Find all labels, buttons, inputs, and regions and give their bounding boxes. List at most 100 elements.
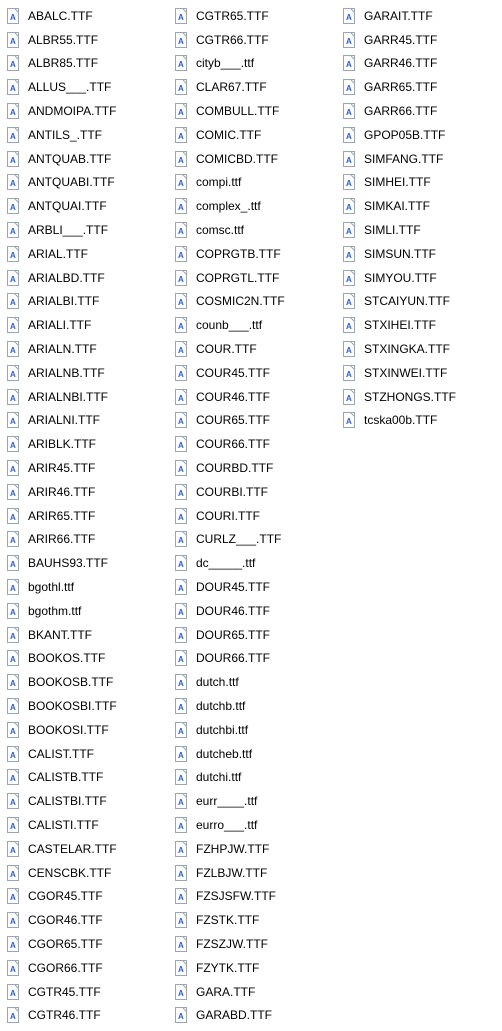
file-item[interactable]: ACGOR46.TTF [2, 908, 170, 932]
file-item[interactable]: Adutchbi.ttf [170, 718, 338, 742]
file-item[interactable]: ADOUR65.TTF [170, 623, 338, 647]
file-item[interactable]: Atcska00b.TTF [338, 409, 498, 433]
file-item[interactable]: ACOUR65.TTF [170, 409, 338, 433]
file-item[interactable]: Adutch.ttf [170, 670, 338, 694]
file-item[interactable]: ABOOKOSB.TTF [2, 670, 170, 694]
file-item[interactable]: ABKANT.TTF [2, 623, 170, 647]
file-item[interactable]: ACGTR66.TTF [170, 28, 338, 52]
file-item[interactable]: AGARR65.TTF [338, 75, 498, 99]
file-item[interactable]: AALBR85.TTF [2, 52, 170, 76]
file-item[interactable]: ASIMHEI.TTF [338, 171, 498, 195]
file-item[interactable]: ADOUR46.TTF [170, 599, 338, 623]
file-item[interactable]: Acomplex_.ttf [170, 194, 338, 218]
file-item[interactable]: AANTILS_.TTF [2, 123, 170, 147]
file-item[interactable]: ACGTR45.TTF [2, 980, 170, 1004]
file-item[interactable]: Aeurr____.ttf [170, 789, 338, 813]
file-item[interactable]: AGPOP05B.TTF [338, 123, 498, 147]
file-item[interactable]: ASTXINGKA.TTF [338, 337, 498, 361]
file-item[interactable]: ABOOKOSBI.TTF [2, 694, 170, 718]
file-item[interactable]: AFZSZJW.TTF [170, 932, 338, 956]
file-item[interactable]: AARIR46.TTF [2, 480, 170, 504]
file-item[interactable]: Adutchb.ttf [170, 694, 338, 718]
file-item[interactable]: ACOUR45.TTF [170, 361, 338, 385]
file-item[interactable]: AFZYTK.TTF [170, 956, 338, 980]
file-item[interactable]: AGARR45.TTF [338, 28, 498, 52]
file-item[interactable]: ABOOKOS.TTF [2, 647, 170, 671]
file-item[interactable]: ACENSCBK.TTF [2, 861, 170, 885]
file-item[interactable]: Adutcheb.ttf [170, 742, 338, 766]
file-item[interactable]: ACALISTBI.TTF [2, 789, 170, 813]
file-item[interactable]: Abgothl.ttf [2, 575, 170, 599]
file-item[interactable]: ACOUR46.TTF [170, 385, 338, 409]
file-item[interactable]: ASTZHONGS.TTF [338, 385, 498, 409]
file-item[interactable]: ASIMYOU.TTF [338, 266, 498, 290]
file-item[interactable]: Acityb___.ttf [170, 52, 338, 76]
file-item[interactable]: Acompi.ttf [170, 171, 338, 195]
file-item[interactable]: ACOPRGTL.TTF [170, 266, 338, 290]
file-item[interactable]: AGARA.TTF [170, 980, 338, 1004]
file-item[interactable]: ASTXINWEI.TTF [338, 361, 498, 385]
file-item[interactable]: AGARAIT.TTF [338, 4, 498, 28]
file-item[interactable]: AANDMOIPA.TTF [2, 99, 170, 123]
file-item[interactable]: AALBR55.TTF [2, 28, 170, 52]
file-item[interactable]: ACGOR45.TTF [2, 884, 170, 908]
file-item[interactable]: ASIMLI.TTF [338, 218, 498, 242]
file-item[interactable]: Acomsc.ttf [170, 218, 338, 242]
file-item[interactable]: ACGTR46.TTF [2, 1003, 170, 1027]
file-item[interactable]: ACOSMIC2N.TTF [170, 290, 338, 314]
file-item[interactable]: AANTQUAB.TTF [2, 147, 170, 171]
file-item[interactable]: ACOMBULL.TTF [170, 99, 338, 123]
file-item[interactable]: ASIMFANG.TTF [338, 147, 498, 171]
file-item[interactable]: AFZHPJW.TTF [170, 837, 338, 861]
file-item[interactable]: ADOUR45.TTF [170, 575, 338, 599]
file-item[interactable]: AGARR46.TTF [338, 52, 498, 76]
file-item[interactable]: AARIALNB.TTF [2, 361, 170, 385]
file-item[interactable]: ACOUR.TTF [170, 337, 338, 361]
file-item[interactable]: AFZLBJW.TTF [170, 861, 338, 885]
file-item[interactable]: AARIALNI.TTF [2, 409, 170, 433]
file-item[interactable]: AFZSTK.TTF [170, 908, 338, 932]
file-item[interactable]: AARIALI.TTF [2, 313, 170, 337]
file-item[interactable]: AANTQUAI.TTF [2, 194, 170, 218]
file-item[interactable]: ACGTR65.TTF [170, 4, 338, 28]
file-item[interactable]: Acounb___.ttf [170, 313, 338, 337]
file-item[interactable]: ACALIST.TTF [2, 742, 170, 766]
file-item[interactable]: ACALISTI.TTF [2, 813, 170, 837]
file-item[interactable]: AGARR66.TTF [338, 99, 498, 123]
file-item[interactable]: AARIR45.TTF [2, 456, 170, 480]
file-item[interactable]: AARIR65.TTF [2, 504, 170, 528]
file-item[interactable]: Aeurro___.ttf [170, 813, 338, 837]
file-item[interactable]: ACOURBD.TTF [170, 456, 338, 480]
file-item[interactable]: AARIALBI.TTF [2, 290, 170, 314]
file-item[interactable]: ACOMIC.TTF [170, 123, 338, 147]
file-item[interactable]: ABOOKOSI.TTF [2, 718, 170, 742]
file-item[interactable]: ASTXIHEI.TTF [338, 313, 498, 337]
file-item[interactable]: ACOPRGTB.TTF [170, 242, 338, 266]
file-item[interactable]: AARIBLK.TTF [2, 432, 170, 456]
file-item[interactable]: ASIMKAI.TTF [338, 194, 498, 218]
file-item[interactable]: AALLUS___.TTF [2, 75, 170, 99]
file-item[interactable]: ACLAR67.TTF [170, 75, 338, 99]
file-item[interactable]: ACOURI.TTF [170, 504, 338, 528]
file-item[interactable]: AARIALNBI.TTF [2, 385, 170, 409]
file-item[interactable]: ASIMSUN.TTF [338, 242, 498, 266]
file-item[interactable]: ACASTELAR.TTF [2, 837, 170, 861]
file-item[interactable]: AARIALN.TTF [2, 337, 170, 361]
file-item[interactable]: AARIAL.TTF [2, 242, 170, 266]
file-item[interactable]: ASTCAIYUN.TTF [338, 290, 498, 314]
file-item[interactable]: ACOMICBD.TTF [170, 147, 338, 171]
file-item[interactable]: AARBLI___.TTF [2, 218, 170, 242]
file-item[interactable]: ACURLZ___.TTF [170, 528, 338, 552]
file-item[interactable]: ADOUR66.TTF [170, 647, 338, 671]
file-item[interactable]: AGARABD.TTF [170, 1003, 338, 1027]
file-item[interactable]: ACGOR65.TTF [2, 932, 170, 956]
file-item[interactable]: AARIR66.TTF [2, 528, 170, 552]
file-item[interactable]: ACOUR66.TTF [170, 432, 338, 456]
file-item[interactable]: ACGOR66.TTF [2, 956, 170, 980]
file-item[interactable]: Abgothm.ttf [2, 599, 170, 623]
file-item[interactable]: Adutchi.ttf [170, 766, 338, 790]
file-item[interactable]: ACOURBI.TTF [170, 480, 338, 504]
file-item[interactable]: AANTQUABI.TTF [2, 171, 170, 195]
file-item[interactable]: AARIALBD.TTF [2, 266, 170, 290]
file-item[interactable]: AABALC.TTF [2, 4, 170, 28]
